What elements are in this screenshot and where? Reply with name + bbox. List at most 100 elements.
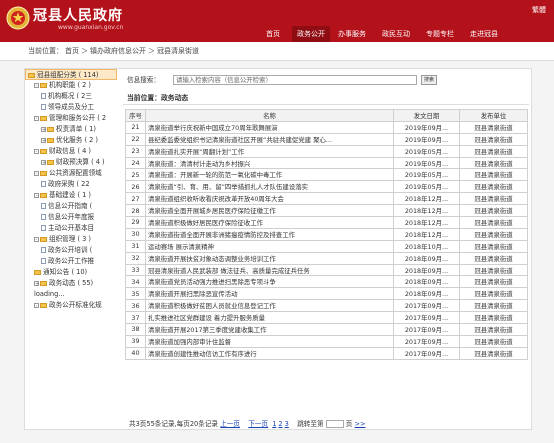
- article-title-link[interactable]: 清泉街道全面开展城乡居民医疗保险征缴工作: [145, 204, 394, 218]
- tree-item[interactable]: 主动公开基本目: [25, 223, 117, 234]
- page-number-link[interactable]: 2: [278, 420, 282, 428]
- nav-item[interactable]: 首页: [254, 26, 292, 42]
- tree-item[interactable]: + 权责清单 ( 1): [25, 124, 117, 135]
- publisher: 冠县清泉街道: [459, 216, 528, 229]
- tree-item[interactable]: loading...: [25, 289, 117, 300]
- article-title-link[interactable]: 县纪委监委党组织书记清泉街道社区开展“共驻共建促党建 聚心...: [145, 132, 394, 146]
- nav-item[interactable]: 走进冠县: [462, 26, 506, 42]
- table-row: 24 清泉街道：清清村计走动为乡村振兴 2019年05月... 冠县清泉街道: [125, 156, 528, 170]
- tree-item[interactable]: 信息公开年度报: [25, 212, 117, 223]
- publish-date: 2017年09月...: [393, 311, 460, 325]
- nav-item[interactable]: 办事服务: [330, 26, 374, 42]
- tree-item[interactable]: 政务公开培训 (: [25, 245, 117, 256]
- article-title-link[interactable]: 清泉街道街道全面开展非洲猪瘟疫情防控及排查工作: [145, 227, 394, 241]
- next-page-link[interactable]: 下一页: [248, 420, 268, 428]
- article-title-link[interactable]: 清泉街道加强内部审计住监督: [145, 334, 394, 348]
- article-title-link[interactable]: 清泉街道积极做好居民医疗保险征收工作: [145, 216, 394, 229]
- section-title: 当前位置：政务动态: [123, 91, 529, 105]
- tree-item[interactable]: - 财政信息 ( 4 ): [25, 146, 117, 157]
- toggle-icon[interactable]: -: [34, 236, 39, 242]
- toggle-icon[interactable]: -: [34, 148, 39, 154]
- toggle-icon[interactable]: -: [34, 115, 39, 121]
- page-number-link[interactable]: 3: [285, 420, 289, 428]
- article-title-link[interactable]: 清泉街道：清清村计走动为乡村振兴: [145, 156, 394, 170]
- article-title-link[interactable]: 清泉街道“引、育、用、留”四举措抓扎人才队伍建设落实: [145, 180, 394, 194]
- publish-date: 2019年09月...: [393, 120, 460, 134]
- document-icon: [41, 93, 46, 99]
- table-header-row: 序号 名称 发文日期 发布单位: [125, 109, 528, 122]
- page-number-input[interactable]: [325, 420, 344, 428]
- tree-item-label: 基础建设 ( 1 ): [49, 191, 92, 199]
- tree-item[interactable]: 机构概况 ( 2三: [25, 91, 117, 102]
- tree-item[interactable]: 冠县组配分类 ( 114): [25, 69, 117, 80]
- breadcrumb-item[interactable]: 冠县清泉街道: [157, 47, 199, 55]
- content-area: 信息搜索： 请输入检索内容（信息公开检索） 搜索 当前位置：政务动态 序号 名称发…: [123, 69, 529, 429]
- tree-item-label: 机构概况 ( 2三: [48, 92, 92, 100]
- row-index: 34: [125, 275, 146, 289]
- tree-item[interactable]: - 组织管理 ( 3 ): [25, 234, 117, 245]
- row-index: 31: [125, 239, 146, 253]
- column-header: 序号: [125, 109, 146, 122]
- folder-icon: [40, 192, 47, 198]
- tree-item-label: 财政信息 ( 4 ): [49, 147, 92, 155]
- row-index: 28: [125, 204, 146, 218]
- tree-item[interactable]: 政务公开工作推: [25, 256, 117, 267]
- tree-item[interactable]: + 优化服务 ( 2 ): [25, 135, 117, 146]
- article-title-link[interactable]: 运动赛场 展示清泉精神: [145, 239, 394, 253]
- article-title-link[interactable]: 清泉街道：开展新一轮的防范一氧化碳中毒工作: [145, 168, 394, 182]
- row-index: 27: [125, 192, 146, 206]
- nav-item[interactable]: 政民互动: [374, 26, 418, 42]
- prev-page-link[interactable]: 上一页: [220, 420, 240, 428]
- traditional-chinese-link[interactable]: 繁體: [532, 5, 546, 15]
- search-button[interactable]: 搜索: [421, 75, 437, 85]
- site-title[interactable]: 冠县人民政府: [33, 5, 123, 25]
- document-icon: [41, 104, 46, 110]
- publisher: 冠县清泉街道: [459, 180, 528, 194]
- tree-item-label: 信息公开年度报: [48, 213, 95, 221]
- article-title-link[interactable]: 清泉街道党员活动强力推进扫黑除恶专项斗争: [145, 275, 394, 289]
- tree-item[interactable]: - 公共资源配置领域: [25, 168, 117, 179]
- go-page-button[interactable]: >>: [354, 420, 365, 428]
- article-title-link[interactable]: 清泉街道积极做好贫困人员就业信息登记工作: [145, 299, 394, 313]
- tree-item[interactable]: + 政务动态 ( 55): [25, 278, 117, 289]
- tree-item-label: 政务公开工作推: [48, 257, 95, 265]
- toggle-icon[interactable]: -: [34, 302, 39, 308]
- nav-item[interactable]: 政务公开: [292, 26, 330, 42]
- search-input[interactable]: 请输入检索内容（信息公开检索）: [173, 75, 417, 85]
- article-title-link[interactable]: 清泉街道开展扫黑除恶宣传活动: [145, 287, 394, 301]
- tree-item[interactable]: - 机构职能 ( 2 ): [25, 80, 117, 91]
- article-title-link[interactable]: 清泉街道开展扶贫对象动态调整业务培训工作: [145, 251, 394, 265]
- row-index: 40: [125, 346, 146, 360]
- tree-item[interactable]: - 管理和服务公开 ( 2: [25, 113, 117, 124]
- tree-item[interactable]: 领导成员及分工: [25, 102, 117, 113]
- breadcrumb-item[interactable]: 首页: [65, 47, 79, 55]
- nav-item[interactable]: 专题专栏: [418, 26, 462, 42]
- document-icon: [41, 214, 46, 220]
- toggle-icon[interactable]: -: [34, 82, 39, 88]
- tree-item[interactable]: 政府采购 ( 22: [25, 179, 117, 190]
- page-number-link[interactable]: 1: [272, 420, 276, 428]
- tree-item[interactable]: 通知公告 ( 10): [25, 267, 117, 278]
- table-row: 29 清泉街道积极做好居民医疗保险征收工作 2018年12月... 冠县清泉街道: [125, 216, 528, 229]
- toggle-icon[interactable]: +: [41, 126, 46, 132]
- toggle-icon[interactable]: +: [41, 137, 46, 143]
- article-title-link[interactable]: 冠县清泉街道人民武装部 做法征兵、高质量完成征兵任务: [145, 263, 394, 277]
- table-row: 31 运动赛场 展示清泉精神 2018年10月... 冠县清泉街道: [125, 239, 528, 253]
- article-title-link[interactable]: 清泉街道开展2017第三季度党建收集工作: [145, 323, 394, 336]
- breadcrumb-item[interactable]: 镇办政府信息公开: [90, 47, 146, 55]
- tree-item[interactable]: - 基础建设 ( 1 ): [25, 190, 117, 201]
- toggle-icon[interactable]: +: [34, 280, 39, 286]
- tree-item[interactable]: 信息公开指南 (: [25, 201, 117, 212]
- table-row: 33 冠县清泉街道人民武装部 做法征兵、高质量完成征兵任务 2018年09月... 冠…: [125, 263, 528, 277]
- tree-item[interactable]: - 政务公开标准化规: [25, 300, 117, 311]
- row-index: 37: [125, 311, 146, 325]
- article-title-link[interactable]: 清泉街道扎实开展“周翻计划”工作: [145, 144, 394, 158]
- toggle-icon[interactable]: +: [41, 159, 46, 165]
- tree-item[interactable]: + 财政预决算 ( 4 ): [25, 157, 117, 168]
- toggle-icon[interactable]: -: [34, 170, 39, 176]
- article-title-link[interactable]: 清泉街道创建性推动信访工作有序进行: [145, 346, 394, 360]
- toggle-icon[interactable]: -: [34, 192, 39, 198]
- article-title-link[interactable]: 清泉街道举行庆祝新中国成立70周年歌舞展演: [145, 120, 394, 134]
- article-title-link[interactable]: 扎实推进社区党群建设 着力提升服务质量: [145, 311, 394, 325]
- article-title-link[interactable]: 清泉街道组织收听收看庆祝改革开放40周年大会: [145, 192, 394, 206]
